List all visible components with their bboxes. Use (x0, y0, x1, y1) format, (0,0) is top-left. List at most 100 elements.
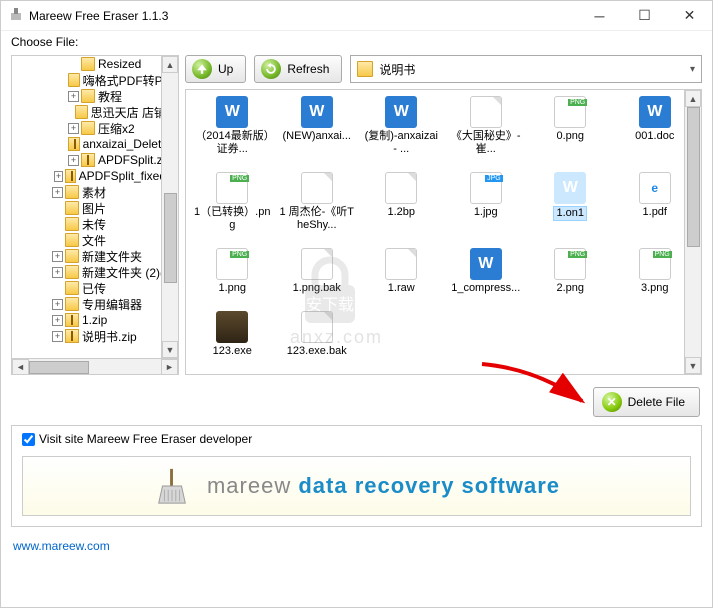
folder-icon (81, 89, 95, 103)
expand-toggle[interactable]: + (52, 251, 63, 262)
file-item[interactable]: 123.exe (190, 311, 275, 368)
mareew-url-link[interactable]: www.mareew.com (13, 539, 110, 553)
close-button[interactable]: ✕ (667, 1, 712, 31)
tree-item[interactable]: Resized (12, 56, 178, 72)
window-title: Mareew Free Eraser 1.1.3 (29, 9, 577, 23)
folder-icon (68, 73, 80, 87)
word-file-icon: W (385, 96, 417, 128)
png-file-icon (216, 248, 248, 280)
file-item[interactable]: 0.png (528, 96, 613, 166)
expand-toggle[interactable]: + (54, 171, 63, 182)
file-item[interactable]: 2.png (528, 248, 613, 305)
tree-item[interactable]: +压缩x2 (12, 120, 178, 136)
file-name: （2014最新版）证券... (193, 130, 271, 156)
tree-item-label: 已传 (82, 280, 106, 297)
file-item[interactable]: 1.png.bak (275, 248, 360, 305)
word-file-icon: W (639, 96, 671, 128)
file-item[interactable]: W（2014最新版）证券... (190, 96, 275, 166)
file-item[interactable]: W1_compress... (444, 248, 529, 305)
tree-item[interactable]: +新建文件夹 (12, 248, 178, 264)
expand-toggle[interactable]: + (68, 155, 79, 166)
tree-item[interactable]: +新建文件夹 (2)(2) (12, 264, 178, 280)
zip-icon (65, 169, 76, 183)
file-list[interactable]: W（2014最新版）证券...W(NEW)anxai...W(复制)-anxai… (185, 89, 702, 375)
folder-icon (65, 217, 79, 231)
file-item[interactable]: 1.jpg (444, 172, 529, 242)
file-name: (复制)-anxaizai - ... (362, 130, 440, 156)
tree-item[interactable]: + 教程 (12, 88, 178, 104)
word-file-icon: W (554, 172, 586, 204)
ie-file-icon: e (639, 172, 671, 204)
folder-icon (65, 281, 79, 295)
tree-item[interactable]: +APDFSplit.zip (12, 152, 178, 168)
minimize-button[interactable]: ─ (577, 1, 622, 31)
tree-scrollbar-vertical[interactable]: ▲▼ (161, 56, 178, 358)
file-name: 1（已转换）.png (193, 206, 271, 232)
delete-file-button[interactable]: ✕ Delete File (593, 387, 700, 417)
png-file-icon (554, 248, 586, 280)
expand-toggle[interactable]: + (52, 331, 63, 342)
file-item[interactable]: W 1.on1 (528, 172, 613, 242)
file-item[interactable]: W(NEW)anxai... (275, 96, 360, 166)
blank-file-icon (301, 172, 333, 204)
expand-toggle[interactable]: + (52, 187, 63, 198)
up-button[interactable]: Up (185, 55, 246, 83)
file-item[interactable]: 123.exe.bak (275, 311, 360, 368)
tree-item[interactable]: anxaizai_Deleted. (12, 136, 178, 152)
blank-file-icon (385, 248, 417, 280)
file-item[interactable]: 1.raw (359, 248, 444, 305)
expand-toggle[interactable]: + (52, 315, 63, 326)
banner-text: mareew data recovery software (207, 473, 560, 499)
expand-toggle[interactable]: + (68, 123, 79, 134)
path-dropdown[interactable]: 说明书 ▾ (350, 55, 702, 83)
tree-item[interactable]: +1.zip (12, 312, 178, 328)
tree-item[interactable]: 思迅天店 店铺管 (12, 104, 178, 120)
tree-item[interactable]: 图片 (12, 200, 178, 216)
tree-item-label: 教程 (98, 88, 122, 105)
tree-item[interactable]: 嗨格式PDF转PPT (12, 72, 178, 88)
tree-item[interactable]: +专用编辑器 (12, 296, 178, 312)
file-item[interactable]: 1.png (190, 248, 275, 305)
chevron-down-icon: ▾ (690, 64, 695, 75)
file-item[interactable]: 1 周杰伦-《听TheShy... (275, 172, 360, 242)
maximize-button[interactable]: ☐ (622, 1, 667, 31)
file-name: 《大国秘史》- 崔... (447, 130, 525, 156)
folder-icon (75, 105, 88, 119)
expand-toggle[interactable]: + (68, 91, 79, 102)
up-arrow-icon (192, 59, 212, 79)
titlebar: Mareew Free Eraser 1.1.3 ─ ☐ ✕ (1, 1, 712, 31)
visit-checkbox-input[interactable] (22, 433, 35, 446)
tree-item[interactable]: 文件 (12, 232, 178, 248)
tree-item[interactable]: + 素材 (12, 184, 178, 200)
banner[interactable]: mareew data recovery software (22, 456, 691, 516)
broom-icon (153, 467, 191, 505)
refresh-button[interactable]: Refresh (254, 55, 342, 83)
visit-site-checkbox[interactable]: Visit site Mareew Free Eraser developer (22, 432, 691, 446)
tree-item-label: 素材 (82, 184, 106, 201)
blank-file-icon (301, 248, 333, 280)
tree-item[interactable]: 已传 (12, 280, 178, 296)
tree-item[interactable]: +APDFSplit_fixed.zi (12, 168, 178, 184)
tree-scrollbar-horizontal[interactable]: ◄► (12, 358, 178, 375)
png-file-icon (216, 172, 248, 204)
folder-icon (65, 201, 79, 215)
folder-icon (65, 185, 79, 199)
file-name: 1.on1 (553, 206, 587, 221)
blank-file-icon (470, 96, 502, 128)
file-name: 1.png (218, 282, 246, 295)
folder-tree[interactable]: Resized嗨格式PDF转PPT + 教程思迅天店 店铺管+压缩x2anxaiza… (11, 55, 179, 375)
file-name: 001.doc (635, 130, 674, 143)
blank-file-icon (301, 311, 333, 343)
file-item[interactable]: 1.2bp (359, 172, 444, 242)
expand-toggle[interactable]: + (52, 299, 63, 310)
file-item[interactable]: W(复制)-anxaizai - ... (359, 96, 444, 166)
choose-file-label: Choose File: (1, 31, 712, 51)
file-item[interactable]: 1（已转换）.png (190, 172, 275, 242)
folder-icon (81, 57, 95, 71)
tree-item[interactable]: 未传 (12, 216, 178, 232)
expand-toggle[interactable]: + (52, 267, 63, 278)
file-scrollbar-vertical[interactable]: ▲▼ (684, 90, 701, 374)
tree-item[interactable]: +说明书.zip (12, 328, 178, 344)
file-item[interactable]: 《大国秘史》- 崔... (444, 96, 529, 166)
file-name: 1.pdf (643, 206, 667, 219)
